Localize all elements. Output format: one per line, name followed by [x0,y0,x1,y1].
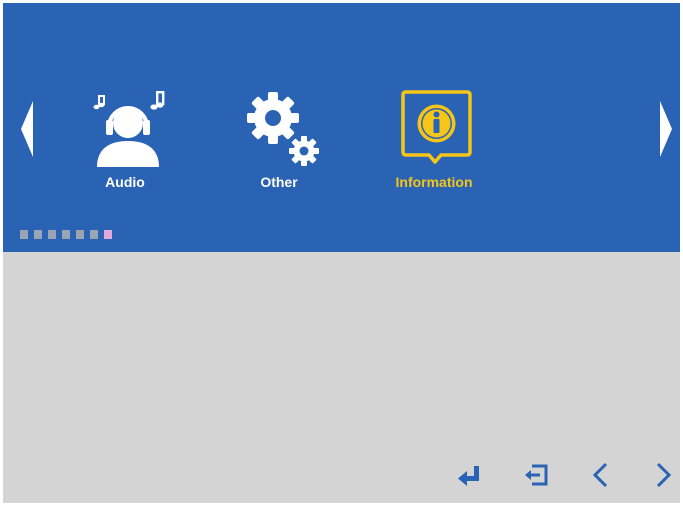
osd-screen: Audio Other Information [3,3,680,503]
exit-key[interactable] [519,457,553,491]
exit-icon [525,464,548,486]
menu-panel: Audio Other Information [3,3,680,252]
chevron-right-icon [656,462,672,488]
headphones-person-icon [65,85,185,167]
page-dot [48,230,56,239]
menu-item-label: Audio [105,174,145,190]
page-dot-active [104,230,112,239]
page-dot [90,230,98,239]
menu-item-information[interactable]: Information [374,85,494,197]
page-dot [76,230,84,239]
chevron-left-icon [592,462,608,488]
page-dot [62,230,70,239]
page-dot [34,230,42,239]
menu-item-label: Information [395,174,473,190]
gears-icon [219,85,339,167]
next-key[interactable] [646,457,680,491]
scroll-left-arrow[interactable] [17,101,37,157]
triangle-right-icon [660,101,672,157]
menu-item-other[interactable]: Other [219,85,339,197]
page-indicator [20,230,118,240]
menu-item-audio[interactable]: Audio [65,85,185,197]
menu-item-label: Other [260,174,298,190]
enter-key[interactable] [453,457,487,491]
previous-key[interactable] [584,457,618,491]
page-dot [20,230,28,239]
triangle-left-icon [21,101,33,157]
key-hint-bar [3,443,680,499]
enter-icon [458,466,479,486]
scroll-right-arrow[interactable] [656,101,676,157]
info-icon [374,85,494,167]
